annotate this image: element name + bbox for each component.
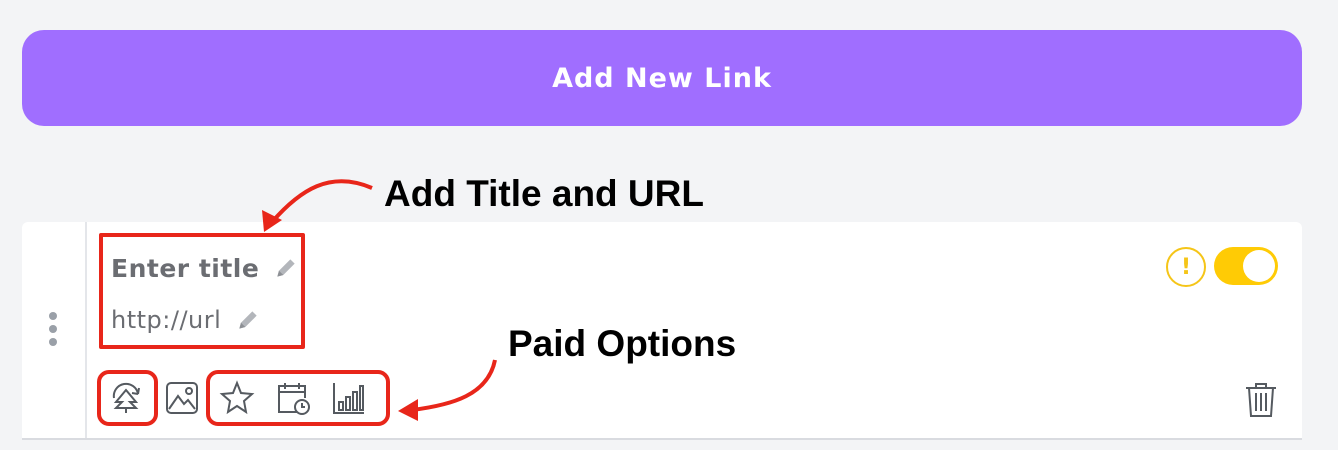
toggle-knob[interactable] <box>1243 250 1275 282</box>
paid-options-highlight <box>206 370 390 426</box>
image-icon[interactable] <box>164 380 200 416</box>
annotation-title-url: Add Title and URL <box>384 173 704 214</box>
warning-icon[interactable]: ! <box>1166 247 1206 287</box>
title-url-highlight <box>99 233 305 349</box>
linktree-highlight <box>97 370 158 426</box>
add-new-link-button[interactable]: Add New Link <box>22 30 1302 126</box>
link-toggle[interactable] <box>1214 247 1278 285</box>
annotation-paid-options: Paid Options <box>508 323 737 364</box>
drag-handle[interactable] <box>22 222 87 438</box>
drag-dots-icon[interactable] <box>48 312 58 351</box>
trash-icon[interactable] <box>1244 382 1278 418</box>
